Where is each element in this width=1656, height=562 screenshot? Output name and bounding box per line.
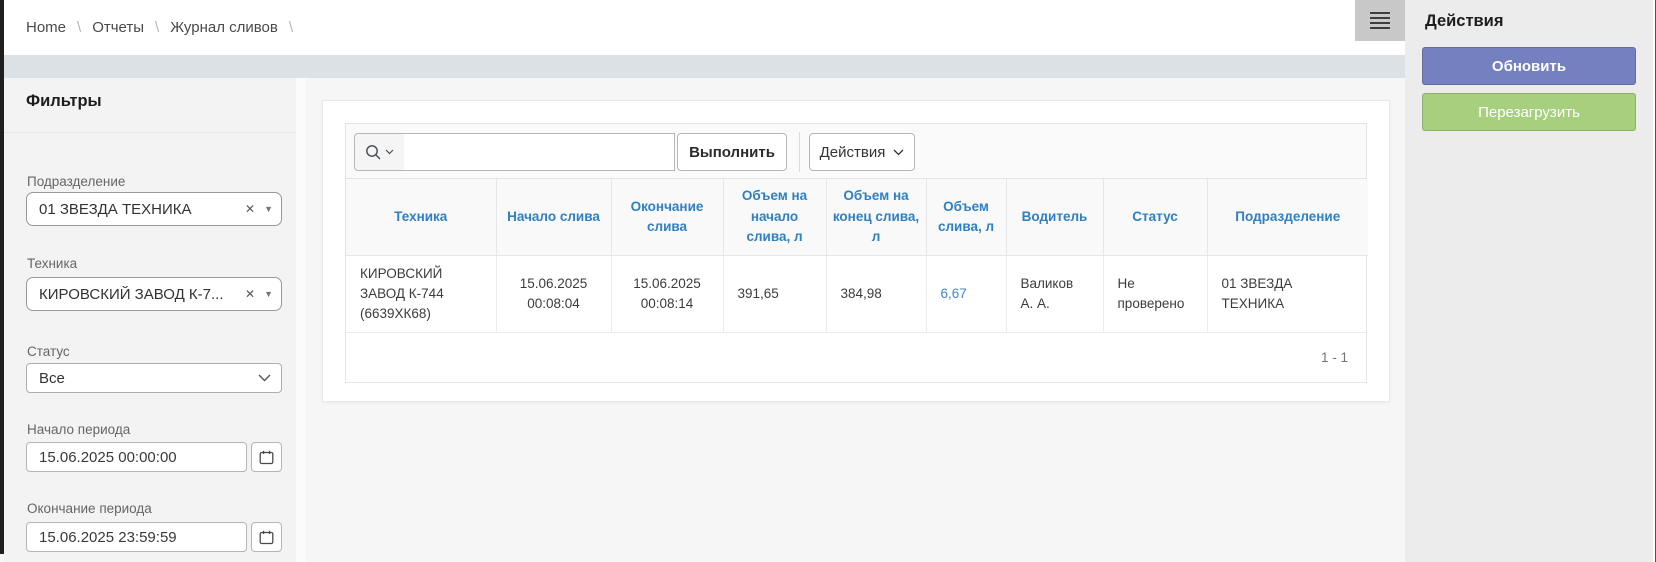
breadcrumb-reports[interactable]: Отчеты — [92, 19, 144, 36]
drain-volume-link[interactable]: 6,67 — [941, 286, 967, 301]
cell-status: Не проверено — [1103, 255, 1207, 332]
vehicle-combobox[interactable]: КИРОВСКИЙ ЗАВОД К-7... ✕ ▼ — [26, 277, 282, 311]
cell-vehicle: КИРОВСКИЙ ЗАВОД К-744 (6639ХК68) — [346, 255, 496, 332]
cell-drain-volume: 6,67 — [926, 255, 1006, 332]
cell-drain-start: 15.06.2025 00:08:04 — [496, 255, 611, 332]
report-grid: Техника Начало слива Окончание слива Объ… — [345, 178, 1367, 383]
division-value: 01 ЗВЕЗДА ТЕХНИКА — [39, 201, 241, 218]
cell-volume-end: 384,98 — [826, 255, 926, 332]
filters-title: Фильтры — [26, 92, 102, 111]
header-divider-band — [4, 55, 1405, 78]
col-header-vehicle[interactable]: Техника — [346, 179, 496, 255]
breadcrumb-separator: \ — [155, 19, 159, 36]
dropdown-arrow-icon[interactable]: ▼ — [264, 289, 273, 299]
col-header-volume-end[interactable]: Объем на конец слива, л — [826, 179, 926, 255]
report-toolbar: Выполнить Действия — [345, 123, 1367, 179]
calendar-icon[interactable] — [251, 522, 282, 552]
col-header-division[interactable]: Подразделение — [1207, 179, 1368, 255]
actions-menu-button[interactable]: Действия — [809, 133, 915, 171]
division-label: Подразделение — [27, 174, 125, 189]
vehicle-label: Техника — [27, 256, 77, 271]
col-header-driver[interactable]: Водитель — [1006, 179, 1103, 255]
cell-volume-start: 391,65 — [723, 255, 826, 332]
status-label: Статус — [27, 344, 70, 359]
breadcrumb-separator: \ — [77, 19, 81, 36]
breadcrumb-drain-log[interactable]: Журнал сливов — [170, 19, 278, 36]
table-header-row: Техника Начало слива Окончание слива Объ… — [346, 179, 1368, 255]
reload-button[interactable]: Перезагрузить — [1422, 93, 1636, 131]
divider — [799, 132, 800, 172]
cell-drain-end: 15.06.2025 00:08:14 — [611, 255, 723, 332]
table-row: КИРОВСКИЙ ЗАВОД К-744 (6639ХК68) 15.06.2… — [346, 255, 1368, 332]
chevron-down-icon — [385, 149, 394, 155]
status-select[interactable]: Все — [26, 363, 282, 393]
execute-button[interactable]: Выполнить — [677, 133, 787, 171]
period-start-input[interactable] — [26, 442, 247, 472]
divider — [4, 132, 296, 133]
report-card: Выполнить Действия Техника Начало слива — [322, 100, 1390, 402]
chevron-down-icon — [893, 149, 904, 156]
filters-sidebar: Фильтры Подразделение 01 ЗВЕЗДА ТЕХНИКА … — [4, 78, 296, 562]
breadcrumb-separator: \ — [289, 19, 293, 36]
cell-driver: Валиков А. А. — [1006, 255, 1103, 332]
col-header-drain-start[interactable]: Начало слива — [496, 179, 611, 255]
hamburger-menu-icon[interactable] — [1355, 0, 1405, 41]
dropdown-arrow-icon[interactable]: ▼ — [264, 204, 273, 214]
breadcrumb: Home \ Отчеты \ Журнал сливов \ — [26, 0, 304, 55]
status-value: Все — [39, 370, 258, 387]
period-start-label: Начало периода — [27, 422, 130, 437]
chevron-down-icon — [258, 374, 271, 382]
actions-panel: Действия Обновить Перезагрузить — [1405, 0, 1653, 562]
clear-icon[interactable]: ✕ — [245, 202, 255, 216]
search-options-button[interactable] — [354, 133, 405, 171]
actions-panel-title: Действия — [1425, 12, 1503, 31]
breadcrumb-home[interactable]: Home — [26, 19, 66, 36]
search-icon — [365, 144, 382, 161]
interactive-report: Выполнить Действия Техника Начало слива — [345, 123, 1367, 383]
col-header-drain-volume[interactable]: Объем слива, л — [926, 179, 1006, 255]
col-header-volume-start[interactable]: Объем на начало слива, л — [723, 179, 826, 255]
clear-icon[interactable]: ✕ — [245, 287, 255, 301]
period-end-label: Окончание периода — [27, 501, 152, 516]
cell-division: 01 ЗВЕЗДА ТЕХНИКА — [1207, 255, 1368, 332]
top-bar: Home \ Отчеты \ Журнал сливов \ — [4, 0, 1405, 55]
col-header-drain-end[interactable]: Окончание слива — [611, 179, 723, 255]
refresh-button[interactable]: Обновить — [1422, 47, 1636, 85]
col-header-status[interactable]: Статус — [1103, 179, 1207, 255]
vehicle-value: КИРОВСКИЙ ЗАВОД К-7... — [39, 286, 241, 303]
calendar-icon[interactable] — [251, 442, 282, 472]
pagination: 1 - 1 — [346, 332, 1366, 382]
division-combobox[interactable]: 01 ЗВЕЗДА ТЕХНИКА ✕ ▼ — [26, 192, 282, 226]
search-input[interactable] — [404, 133, 675, 171]
divider — [296, 78, 306, 562]
period-end-input[interactable] — [26, 522, 247, 552]
